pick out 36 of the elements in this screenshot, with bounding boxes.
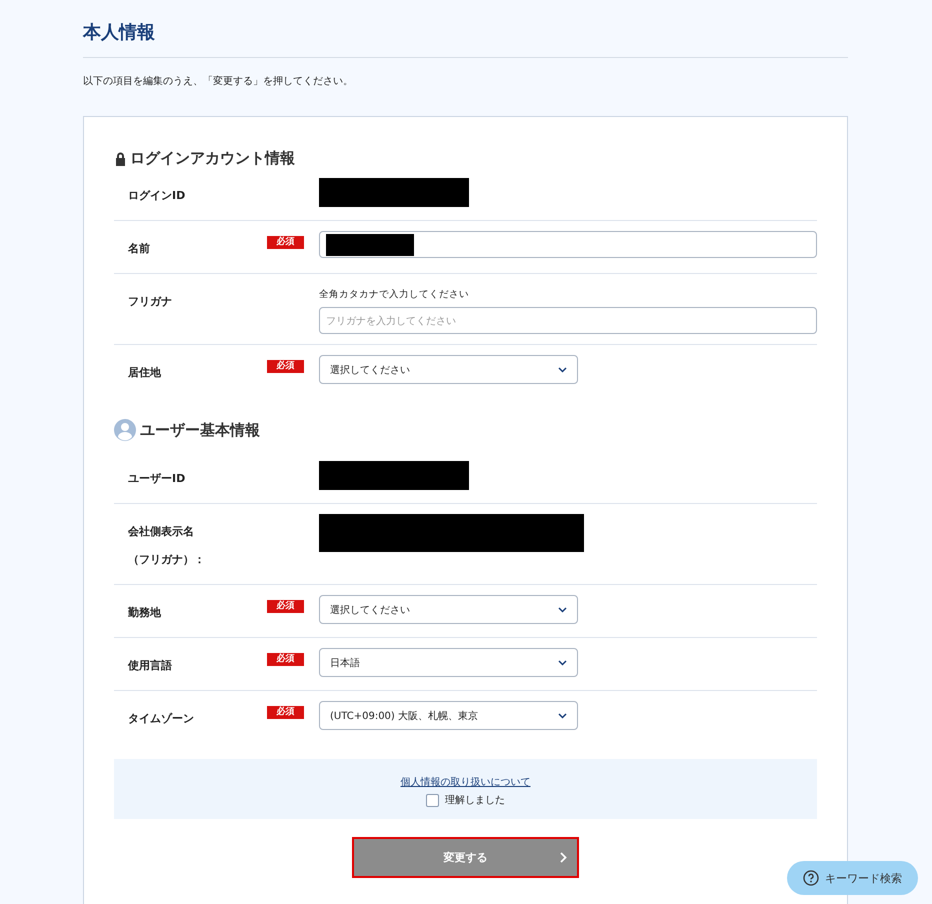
chevron-down-icon bbox=[558, 366, 567, 372]
field-label: 名前 bbox=[128, 241, 151, 257]
required-badge: 必須 bbox=[267, 706, 304, 719]
required-badge: 必須 bbox=[267, 236, 304, 249]
name-field[interactable] bbox=[319, 231, 817, 258]
privacy-link[interactable]: 個人情報の取り扱いについて bbox=[400, 775, 530, 789]
chevron-down-icon bbox=[558, 712, 567, 718]
select-dropdown[interactable]: 選択してください bbox=[319, 595, 578, 624]
select-dropdown[interactable]: 選択してください bbox=[319, 355, 578, 384]
required-badge: 必須 bbox=[267, 360, 304, 373]
required-badge: 必須 bbox=[267, 653, 304, 666]
field-label: 居住地 bbox=[128, 365, 162, 381]
chevron-down-icon bbox=[558, 660, 567, 666]
field-label: 使用言語 bbox=[128, 658, 173, 674]
lock-icon bbox=[114, 152, 127, 166]
chevron-right-icon bbox=[560, 852, 567, 863]
section-title: ログインアカウント情報 bbox=[130, 149, 295, 168]
select-dropdown[interactable]: 日本語 bbox=[319, 648, 578, 677]
checkbox[interactable] bbox=[426, 794, 439, 806]
field-label: フリガナ bbox=[128, 294, 173, 310]
page-title: 本人情報 bbox=[83, 20, 848, 58]
help-icon bbox=[803, 870, 819, 886]
field-label: タイムゾーン bbox=[128, 711, 195, 727]
select-dropdown[interactable]: (UTC+09:00) 大阪、札幌、東京 bbox=[319, 701, 578, 730]
checkbox-label: 理解しました bbox=[445, 794, 505, 807]
field-label: ユーザーID bbox=[128, 471, 186, 487]
chevron-down-icon bbox=[558, 606, 567, 612]
field-hint: 全角カタカナで入力してください bbox=[319, 288, 470, 301]
instruction-text: 以下の項目を編集のうえ、「変更する」を押してください。 bbox=[83, 74, 354, 88]
field-label: 会社側表示名（フリガナ）： bbox=[128, 524, 206, 568]
user-avatar-icon bbox=[114, 419, 136, 441]
section-title: ユーザー基本情報 bbox=[140, 420, 260, 440]
field-label: ログインID bbox=[128, 188, 186, 204]
required-badge: 必須 bbox=[267, 600, 304, 613]
keyword-search-button[interactable]: キーワード検索 bbox=[787, 861, 918, 895]
field-label: 勤務地 bbox=[128, 605, 162, 621]
